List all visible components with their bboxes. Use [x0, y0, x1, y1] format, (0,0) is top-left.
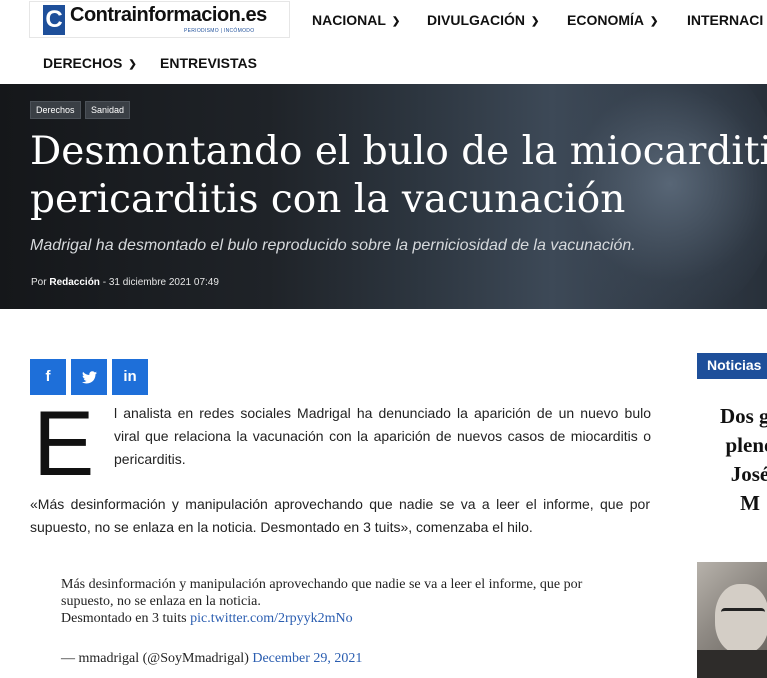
share-facebook-button[interactable]: f	[30, 359, 66, 395]
nav-item-label: INTERNACI	[687, 12, 764, 28]
article-meta: Por Redacción - 31 diciembre 2021 07:49	[31, 277, 219, 288]
sidebar-headline[interactable]: Dos go pleno José M	[690, 402, 767, 518]
site-logo[interactable]: C Contrainformacion.es PERIODISMO | INCÓ…	[29, 1, 290, 38]
article-subtitle: Madrigal ha desmontado el bulo reproduci…	[30, 237, 636, 254]
tweet-text: Más desinformación y manipulación aprove…	[61, 577, 583, 609]
nav-item-derechos[interactable]: DERECHOS ❯	[43, 55, 137, 71]
twitter-icon	[81, 371, 97, 384]
portrait-face	[715, 584, 767, 654]
nav-item-label: ENTREVISTAS	[160, 55, 257, 71]
sidebar-header-underline	[697, 377, 767, 379]
article-hero: Derechos Sanidad Desmontando el bulo de …	[0, 84, 767, 309]
headline-line: M	[740, 491, 760, 515]
author-link[interactable]: Redacción	[49, 277, 100, 288]
article-paragraph-1: l analista en redes sociales Madrigal ha…	[114, 405, 651, 467]
category-tag-sanidad[interactable]: Sanidad	[85, 101, 131, 119]
headline-line: Dos go	[719, 404, 767, 428]
meta-separator: -	[102, 277, 107, 288]
chevron-down-icon: ❯	[531, 16, 540, 27]
chevron-down-icon: ❯	[391, 16, 401, 27]
chevron-down-icon: ❯	[128, 59, 137, 70]
headline-line: pleno	[725, 433, 767, 457]
nav-item-economia[interactable]: ECONOMÍA ❯	[567, 12, 658, 28]
top-navigation: C Contrainformacion.es PERIODISMO | INCÓ…	[0, 0, 767, 84]
publish-date: 31 diciembre 2021 07:49	[108, 277, 219, 288]
tweet-text-line-2: Desmontado en 3 tuits pic.twitter.com/2r…	[61, 610, 621, 627]
linkedin-icon: in	[123, 368, 137, 385]
tweet-attribution: — mmadrigal (@SoyMmadrigal) December 29,…	[61, 651, 362, 667]
nav-item-nacional[interactable]: NACIONAL ❯	[312, 12, 400, 28]
nav-item-divulgacion[interactable]: DIVULGACIÓN ❯	[427, 12, 539, 28]
tweet-text-2: Desmontado en 3 tuits	[61, 611, 187, 626]
by-prefix: Por	[31, 277, 47, 288]
nav-item-label: DERECHOS	[43, 55, 123, 71]
drop-cap: E	[33, 393, 95, 495]
logo-mark-icon: C	[43, 5, 65, 35]
chevron-down-icon: ❯	[650, 16, 659, 27]
logo-tagline: PERIODISMO | INCÓMODO	[184, 28, 255, 34]
facebook-icon: f	[45, 368, 51, 385]
nav-item-label: NACIONAL	[312, 12, 386, 28]
category-tag-derechos[interactable]: Derechos	[30, 101, 81, 119]
nav-item-label: ECONOMÍA	[567, 12, 644, 28]
sidebar-thumbnail[interactable]	[697, 562, 767, 678]
tweet-author: — mmadrigal (@SoyMmadrigal)	[61, 651, 249, 666]
article-paragraph-2: «Más desinformación y manipulación aprov…	[30, 496, 650, 535]
tweet-media-link[interactable]: pic.twitter.com/2rpyyk2mNo	[190, 611, 353, 626]
title-line-2: pericarditis con la vacunación	[30, 177, 626, 222]
share-twitter-button[interactable]	[71, 359, 107, 395]
title-line-1: Desmontando el bulo de la miocarditis o	[30, 129, 767, 174]
page-title: Desmontando el bulo de la miocarditis o …	[30, 128, 767, 224]
nav-item-entrevistas[interactable]: ENTREVISTAS	[160, 55, 257, 71]
nav-item-label: DIVULGACIÓN	[427, 12, 525, 28]
embedded-tweet: Más desinformación y manipulación aprove…	[61, 576, 621, 627]
nav-item-internacional[interactable]: INTERNACI	[687, 12, 763, 28]
portrait-glasses	[721, 608, 765, 619]
portrait-suit	[697, 650, 767, 678]
headline-line: José	[730, 462, 767, 486]
tweet-date-link[interactable]: December 29, 2021	[252, 651, 362, 666]
share-linkedin-button[interactable]: in	[112, 359, 148, 395]
logo-name: Contrainformacion.es	[70, 4, 267, 26]
sidebar-header: Noticias	[697, 353, 767, 378]
